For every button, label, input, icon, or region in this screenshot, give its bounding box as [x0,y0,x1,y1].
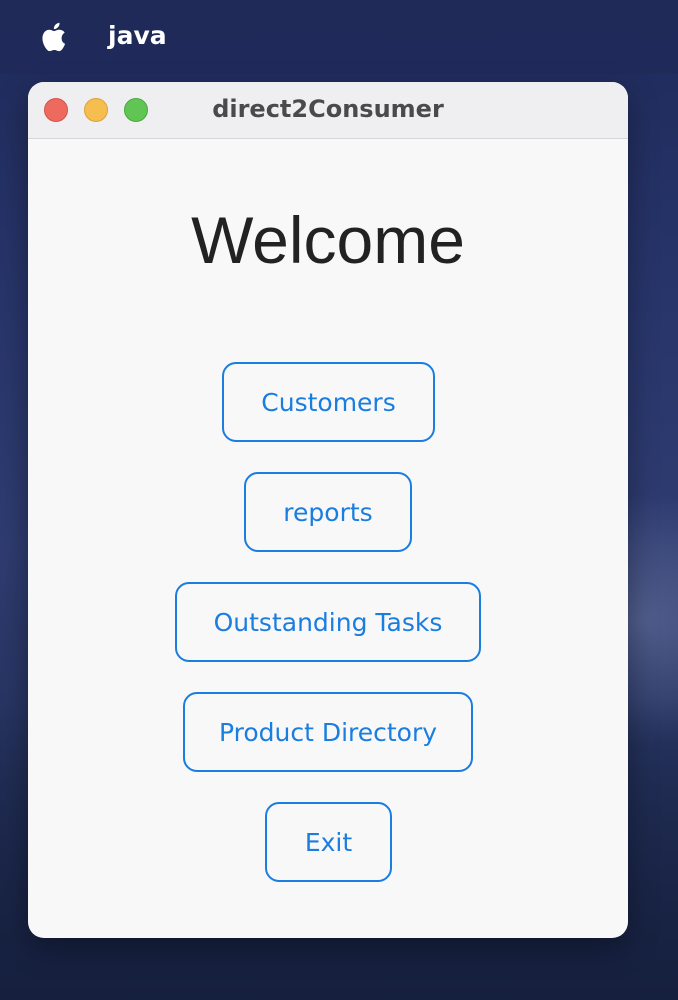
welcome-heading: Welcome [191,203,465,277]
apple-logo-icon[interactable] [38,19,72,55]
exit-button[interactable]: Exit [265,802,392,882]
customers-button[interactable]: Customers [222,362,435,442]
title-bar[interactable]: direct2Consumer [28,82,628,139]
outstanding-tasks-button[interactable]: Outstanding Tasks [175,582,481,662]
menu-bar: java [0,0,678,74]
window-title: direct2Consumer [212,95,444,123]
app-window: direct2Consumer Welcome Customers report… [28,82,628,938]
app-menu-name[interactable]: java [108,21,167,50]
product-directory-button[interactable]: Product Directory [183,692,473,772]
reports-button[interactable]: reports [244,472,412,552]
